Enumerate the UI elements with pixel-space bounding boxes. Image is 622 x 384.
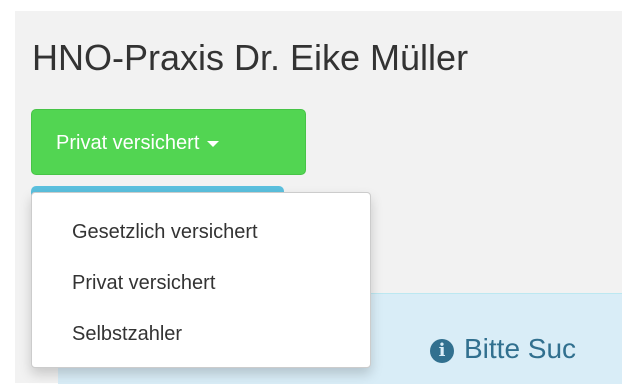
dropdown-item-privat[interactable]: Privat versichert [32, 258, 370, 309]
insurance-type-selected-label: Privat versichert [56, 132, 200, 154]
insurance-type-dropdown-menu: Gesetzlich versichert Privat versichert … [31, 192, 371, 368]
info-alert-content: i Bitte Suc [430, 331, 576, 367]
insurance-type-dropdown-button[interactable]: Privat versichert [31, 109, 306, 175]
info-circle-icon: i [430, 339, 454, 363]
top-strip [0, 0, 622, 11]
info-alert-text: Bitte Suc [464, 333, 577, 364]
page-title: HNO-Praxis Dr. Eike Müller [32, 37, 469, 78]
dropdown-item-selbstzahler[interactable]: Selbstzahler [32, 309, 370, 360]
caret-down-icon [207, 140, 220, 147]
dropdown-item-gesetzlich[interactable]: Gesetzlich versichert [32, 207, 370, 258]
